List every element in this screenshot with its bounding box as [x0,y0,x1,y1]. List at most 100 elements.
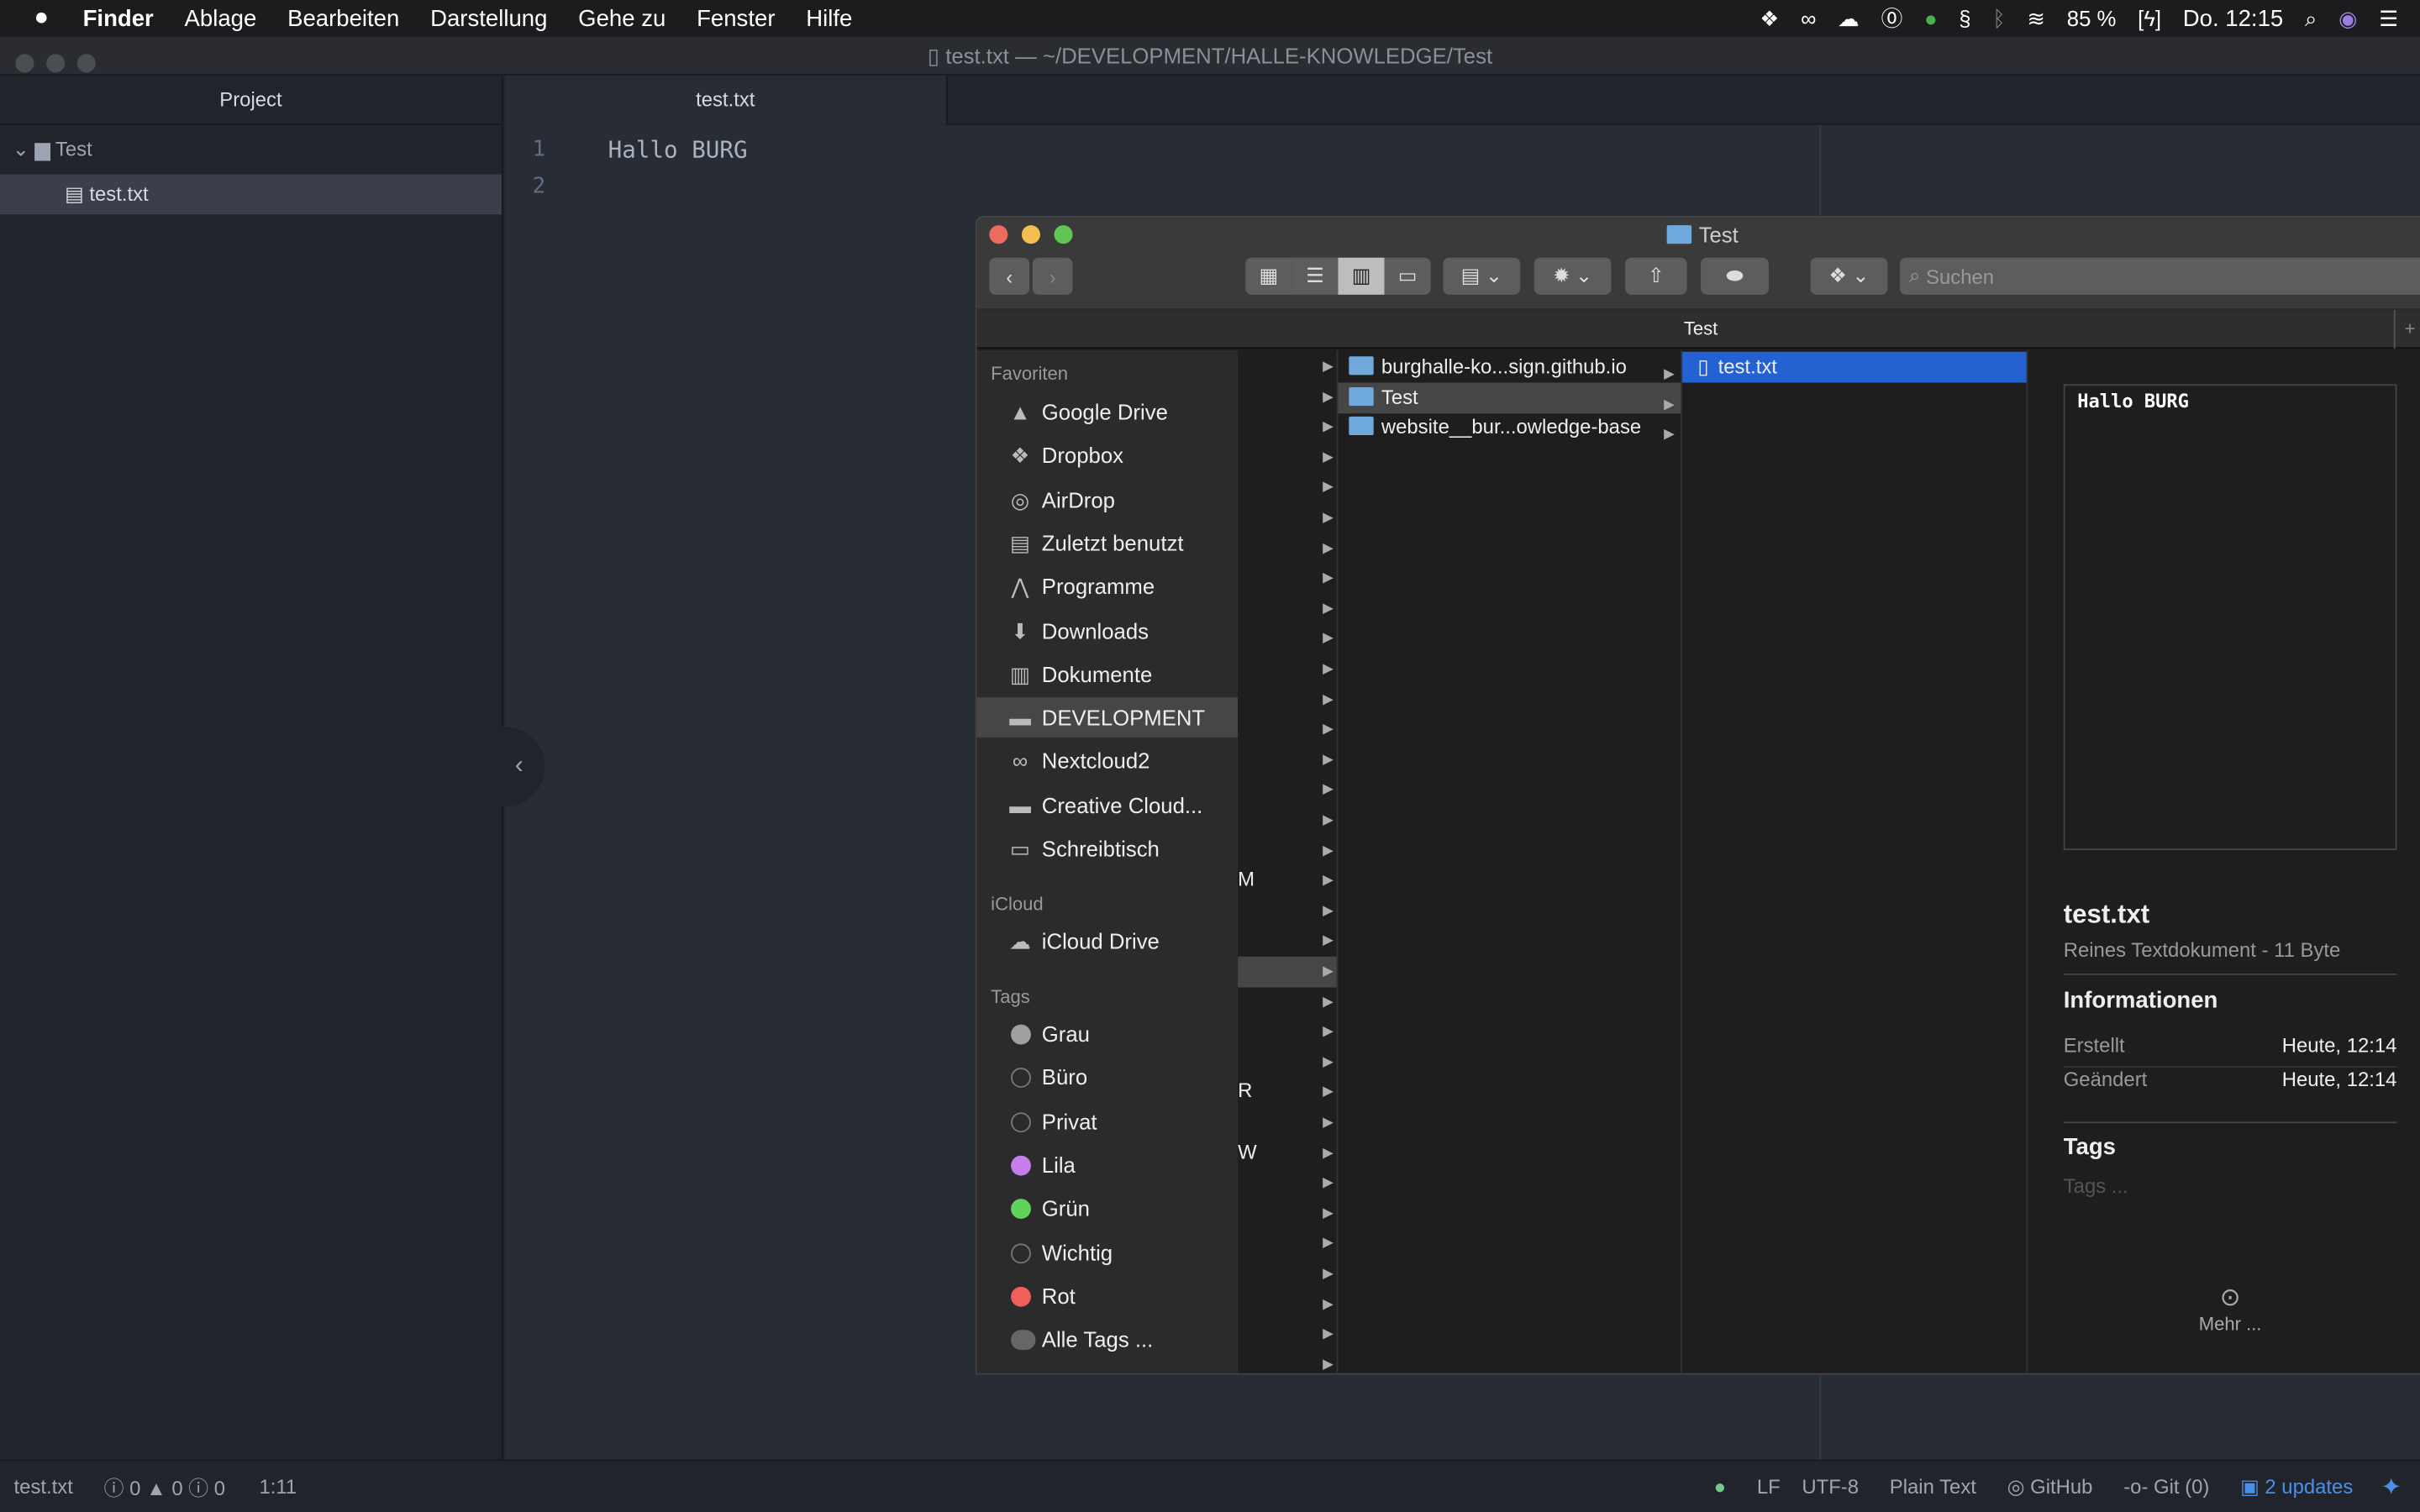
chevron-right-icon[interactable]: ▶ [1323,1205,1334,1221]
add-tab-button[interactable]: + [2393,310,2420,349]
chevron-right-icon[interactable]: ▶ [1323,1023,1334,1040]
spotlight-icon[interactable]: ⌕ [2305,5,2317,31]
code-line[interactable]: Hallo BURG [608,131,748,168]
chevron-right-icon[interactable]: ▶ [1323,872,1334,889]
chevron-right-icon[interactable]: ▶ [1323,1356,1334,1373]
chevron-right-icon[interactable]: ▶ [1323,1235,1334,1252]
sidebar-item-nextcloud2[interactable]: ∞ Nextcloud2 [977,741,1238,781]
chevron-right-icon[interactable]: ▶ [1323,902,1334,919]
diagnostics[interactable]: ⓘ 0 ▲ 0 ⓘ 0 [104,1472,225,1501]
git-button[interactable]: -o- Git (0) [2123,1475,2209,1499]
battery-percent[interactable]: 85 % [2067,6,2117,30]
chevron-right-icon[interactable]: ▶ [1323,1144,1334,1161]
menu-fenster[interactable]: Fenster [697,5,775,31]
sidebar-item-google-drive[interactable]: ▲ Google Drive [977,392,1238,433]
dropbox-status-icon[interactable]: ❖ [1760,5,1779,31]
sidebar-tag-2[interactable]: Privat [977,1101,1238,1142]
cursor-position[interactable]: 1:11 [259,1475,297,1499]
menu-bearbeiten[interactable]: Bearbeiten [287,5,399,31]
chevron-right-icon[interactable]: ▶ [1323,1326,1334,1342]
chevron-right-icon[interactable]: ▶ [1323,1053,1334,1070]
menu-gehe-zu[interactable]: Gehe zu [578,5,666,31]
line-ending[interactable]: LF [1757,1475,1781,1499]
chevron-right-icon[interactable]: ▶ [1323,630,1334,647]
apple-menu-icon[interactable]: ● [34,5,49,33]
column-item[interactable]: ▯ test.txt [1682,351,2027,383]
sidebar-item-development[interactable]: ▬ DEVELOPMENT [976,697,1239,738]
chevron-right-icon[interactable]: ▶ [1323,660,1334,677]
column-item[interactable]: website__bur...owledge-base ▶ [1338,412,1681,444]
siri-icon[interactable]: ◉ [2338,5,2357,31]
collapse-tree-button[interactable]: ‹ [464,727,545,807]
column-item-fragment[interactable]: R [1238,1076,1252,1107]
list-view-button[interactable]: ☰ [1292,257,1339,295]
chevron-right-icon[interactable]: ▶ [1323,358,1334,375]
chevron-right-icon[interactable]: ▶ [1323,388,1334,405]
sidebar-item-schreibtisch[interactable]: ▭ Schreibtisch [977,828,1238,869]
column-item[interactable]: burghalle-ko...sign.github.io ▶ [1338,352,1681,383]
tags-button[interactable]: ⬬ [1701,257,1769,295]
bluetooth-icon[interactable]: ᛒ [1992,6,2005,30]
share-button[interactable]: ⇧ [1625,257,1687,295]
chevron-right-icon[interactable]: ▶ [1323,509,1334,526]
sidebar-item-dropbox[interactable]: ❖ Dropbox [977,436,1238,476]
grammar[interactable]: Plain Text [1890,1475,1976,1499]
chevron-right-icon[interactable]: ▶ [1323,418,1334,435]
sidebar-item-zuletzt-benutzt[interactable]: ▤ Zuletzt benutzt [977,522,1238,563]
column-view-button[interactable]: ▥ [1338,257,1385,295]
sidebar-tag-7[interactable]: Alle Tags ... [977,1320,1238,1360]
menu-hilfe[interactable]: Hilfe [806,5,852,31]
chevron-right-icon[interactable]: ▶ [1323,570,1334,586]
chevron-right-icon[interactable]: ▶ [1323,993,1334,1010]
sidebar-tag-5[interactable]: Wichtig [977,1232,1238,1273]
chevron-right-icon[interactable]: ▶ [1323,842,1334,858]
tags-input[interactable]: Tags ... [2064,1174,2128,1198]
cloud-sync-icon[interactable]: ☁ [1838,5,1860,31]
chevron-right-icon[interactable]: ▶ [1323,781,1334,798]
onepassword-icon[interactable]: ⓪ [1881,3,1903,34]
action-button[interactable]: ✹ ⌄ [1534,257,1612,295]
chevron-right-icon[interactable]: ▶ [1323,1114,1334,1131]
column-item[interactable]: Test ▶ [1338,381,1681,413]
status-file[interactable]: test.txt [14,1475,73,1499]
chevron-right-icon[interactable]: ▶ [1323,963,1334,979]
more-button[interactable]: ⊙ Mehr ... [2153,1282,2307,1335]
tree-folder-test[interactable]: ⌄ ▆ Test [0,125,502,175]
dropbox-button[interactable]: ❖ ⌄ [1810,257,1888,295]
search-field[interactable]: ⌕ Suchen [1900,257,2420,295]
gallery-view-button[interactable]: ▭ [1384,257,1431,295]
clock[interactable]: Do. 12:15 [2183,5,2283,31]
tree-file-test-txt[interactable]: ▤ test.txt [0,174,502,215]
icon-view-button[interactable]: ▦ [1245,257,1292,295]
chevron-right-icon[interactable]: ▶ [1323,1265,1334,1282]
sidebar-tag-3[interactable]: Lila [977,1145,1238,1185]
chevron-right-icon[interactable]: ▶ [1323,721,1334,738]
chevron-right-icon[interactable]: ▶ [1323,539,1334,556]
group-button[interactable]: ▤ ⌄ [1443,257,1521,295]
sidebar-item-downloads[interactable]: ⬇ Downloads [977,610,1238,650]
chevron-right-icon[interactable]: ▶ [1323,1174,1334,1191]
chevron-right-icon[interactable]: ▶ [1323,811,1334,828]
notification-center-icon[interactable]: ☰ [2379,5,2398,31]
updates-button[interactable]: ▣ 2 updates [2240,1474,2353,1499]
sidebar-item-icloud-drive[interactable]: ☁ iCloud Drive [977,921,1238,962]
menu-ablage[interactable]: Ablage [185,5,257,31]
chevron-right-icon[interactable]: ▶ [1323,690,1334,707]
github-button[interactable]: ◎ GitHub [2007,1474,2093,1499]
wifi-icon[interactable]: ≋ [2028,5,2046,31]
sidebar-tag-0[interactable]: Grau [977,1014,1238,1054]
teletype-icon[interactable]: ✦ [2381,1471,2402,1502]
forward-button[interactable]: › [1032,257,1073,295]
app-status-icon[interactable]: § [1959,6,1970,30]
menu-finder[interactable]: Finder [83,5,154,31]
column-item-fragment[interactable]: W [1238,1137,1257,1168]
column-item-fragment[interactable]: M [1238,864,1255,895]
sidebar-item-programme[interactable]: ⋀ Programme [977,566,1238,606]
back-button[interactable]: ‹ [989,257,1030,295]
chevron-right-icon[interactable]: ▶ [1323,932,1334,949]
menu-darstellung[interactable]: Darstellung [430,5,547,31]
sidebar-tag-6[interactable]: Rot [977,1276,1238,1316]
check-icon[interactable]: ● [1924,6,1938,30]
sidebar-tag-1[interactable]: Büro [977,1058,1238,1098]
sidebar-item-creative-cloud-[interactable]: ▬ Creative Cloud... [977,785,1238,825]
